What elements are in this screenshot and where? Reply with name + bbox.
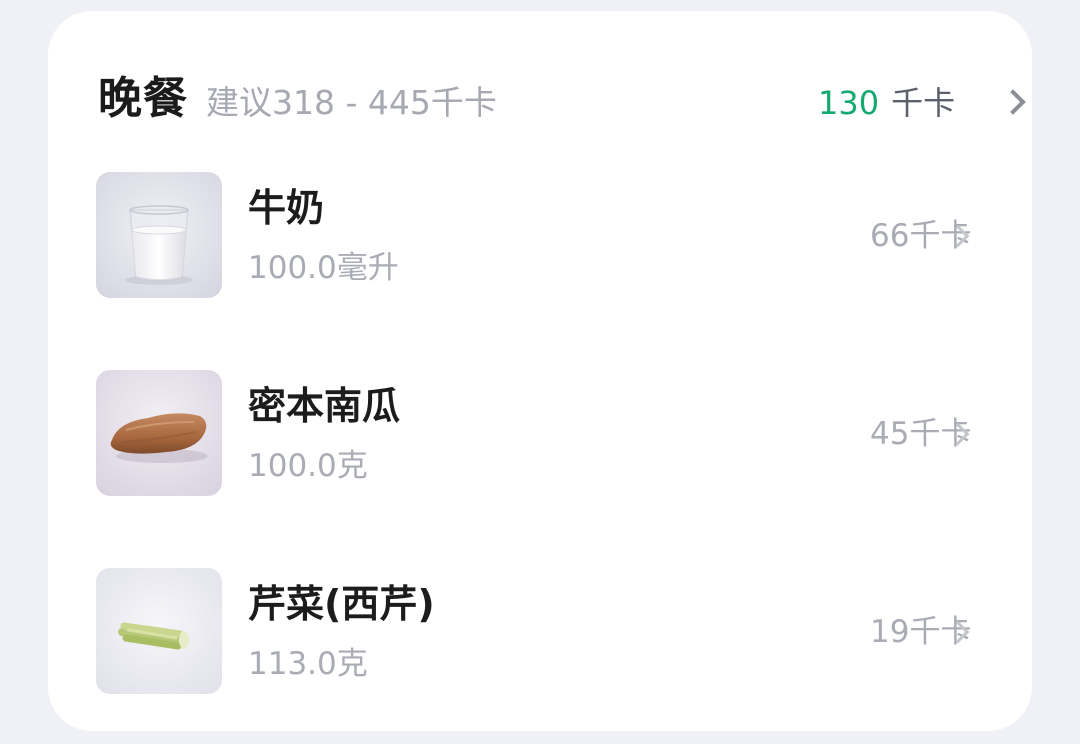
meal-total-value: 130: [818, 84, 880, 122]
food-name: 密本南瓜: [248, 384, 401, 428]
chevron-right-icon[interactable]: [1000, 89, 1026, 115]
food-quantity: 113.0克: [248, 646, 368, 682]
pumpkin-icon: [96, 370, 222, 496]
meal-total-calories: 130 千卡: [818, 79, 955, 127]
dinner-card: 晚餐 建议318 - 445千卡 130 千卡 牛奶 100.0毫升 66千卡 …: [48, 11, 1032, 731]
food-item-celery[interactable]: 芹菜(西芹) 113.0克 19千卡: [96, 568, 986, 694]
food-quantity: 100.0克: [248, 448, 368, 484]
celery-icon: [96, 568, 222, 694]
food-item-milk[interactable]: 牛奶 100.0毫升 66千卡: [96, 172, 986, 298]
meal-total-unit: 千卡: [891, 84, 956, 122]
food-item-pumpkin[interactable]: 密本南瓜 100.0克 45千卡: [96, 370, 986, 496]
meal-suggested-range: 建议318 - 445千卡: [206, 83, 497, 122]
meal-header[interactable]: 晚餐 建议318 - 445千卡 130 千卡: [98, 67, 1026, 124]
food-name: 牛奶: [248, 186, 325, 230]
food-name: 芹菜(西芹): [248, 582, 435, 626]
food-quantity: 100.0毫升: [248, 250, 399, 286]
milk-glass-icon: [96, 172, 222, 298]
meal-title: 晚餐: [98, 73, 188, 124]
